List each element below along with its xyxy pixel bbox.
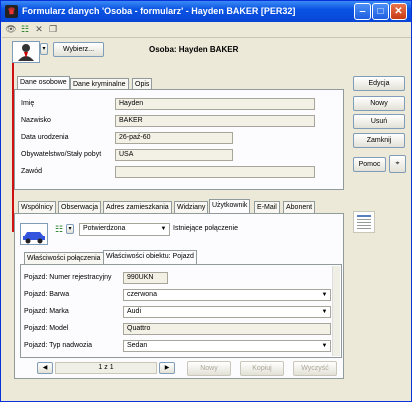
body-type-label: Pojazd: Typ nadwozia	[24, 342, 92, 349]
body-type-value: Sedan	[127, 342, 148, 349]
make-label: Pojazd: Marka	[24, 308, 69, 315]
tools-icon[interactable]: ✕	[33, 24, 45, 35]
model-field[interactable]: Quattro	[123, 323, 331, 335]
tab-residence-address[interactable]: Adres zamieszkania	[103, 201, 172, 213]
list-view-icon[interactable]	[353, 211, 375, 233]
make-value: Audi	[127, 308, 142, 315]
tab-observation[interactable]: Obserwacja	[58, 201, 101, 213]
person-avatar[interactable]	[12, 41, 40, 63]
record-label: Osoba: Hayden BAKER	[149, 45, 239, 54]
citizenship-label: Obywatelstwo/Stały pobyt	[21, 151, 102, 158]
maximize-button[interactable]: □	[372, 3, 389, 20]
personal-data-panel: Imię Hayden Nazwisko BAKER Data urodzeni…	[14, 89, 344, 190]
model-label: Pojazd: Model	[24, 325, 69, 332]
chevron-down-icon: ▼	[321, 292, 328, 298]
birth-date-label: Data urodzenia	[21, 134, 69, 141]
last-name-label: Nazwisko	[21, 117, 51, 124]
relation-status-value: Potwierdzona	[83, 225, 126, 232]
last-name-field[interactable]: BAKER	[115, 115, 315, 127]
tab-vehicle-properties[interactable]: Właściwości obiektu: Pojazd	[103, 250, 197, 264]
window-title: Formularz danych 'Osoba - formularz' - H…	[22, 6, 296, 16]
title-bar[interactable]: ♛ Formularz danych 'Osoba - formularz' -…	[1, 1, 411, 22]
tab-seen[interactable]: Widziany	[174, 201, 209, 213]
pager-text: 1 z 1	[98, 364, 114, 371]
relation-type-dropdown[interactable]: ▾	[66, 224, 74, 234]
pager-track[interactable]: 1 z 1	[55, 362, 157, 374]
birth-date-field[interactable]: 26-paź-60	[115, 132, 233, 144]
bottom-copy-button[interactable]: Kopiuj	[240, 361, 284, 376]
chevron-down-icon: ▼	[321, 343, 328, 349]
person-icon	[18, 44, 34, 61]
close-window-button[interactable]: ✕	[390, 3, 407, 20]
relation-status-select[interactable]: Potwierdzona ▼	[79, 223, 170, 236]
app-icon: ♛	[5, 5, 18, 18]
tab-user[interactable]: Użytkownik	[209, 199, 251, 213]
color-value: czerwona	[127, 291, 157, 298]
plate-label: Pojazd: Numer rejestracyjny	[24, 274, 112, 281]
color-select[interactable]: czerwona ▼	[123, 289, 331, 301]
edit-button[interactable]: Edycja	[353, 76, 405, 91]
chevron-down-icon: ▼	[160, 226, 167, 232]
color-label: Pojazd: Barwa	[24, 291, 70, 298]
hierarchy-icon[interactable]: ☷	[19, 24, 31, 35]
vehicle-properties-panel: Pojazd: Numer rejestracyjny 990UKN Pojaz…	[20, 264, 342, 358]
tab-link-properties[interactable]: Właściwości połączenia	[24, 252, 104, 264]
help-button[interactable]: Pomoc	[353, 157, 386, 172]
make-select[interactable]: Audi ▼	[123, 306, 331, 318]
pager-next-button[interactable]: ▶	[159, 362, 175, 374]
plate-field[interactable]: 990UKN	[123, 272, 168, 284]
relation-hierarchy-icon[interactable]: ☷	[53, 224, 65, 235]
help-pointer-button[interactable]: ⌖	[389, 155, 406, 173]
new-button[interactable]: Nowy	[353, 96, 405, 111]
bottom-new-button[interactable]: Nowy	[187, 361, 231, 376]
tab-personal-data[interactable]: Dane osobowe	[17, 76, 70, 90]
occupation-label: Zawód	[21, 168, 43, 175]
relation-panel: ☷ ▾ Potwierdzona ▼ Istniejące połączenie…	[14, 213, 344, 379]
car-icon[interactable]	[20, 223, 48, 245]
toolbar: 👁 ☷ ✕ ❐	[2, 22, 411, 38]
first-name-field[interactable]: Hayden	[115, 98, 315, 110]
citizenship-field[interactable]: USA	[115, 149, 233, 161]
occupation-field[interactable]	[115, 166, 315, 178]
tab-subscriber[interactable]: Abonent	[283, 201, 316, 213]
avatar-dropdown-button[interactable]: ▾	[40, 43, 48, 55]
relation-note: Istniejące połączenie	[173, 225, 238, 232]
view-icon[interactable]: 👁	[5, 24, 17, 35]
main-window: ♛ Formularz danych 'Osoba - formularz' -…	[0, 0, 412, 402]
close-button[interactable]: Zamknij	[353, 133, 405, 148]
delete-button[interactable]: Usuń	[353, 114, 405, 129]
help-pointer-icon: ⌖	[395, 160, 400, 167]
tab-associates[interactable]: Wspólnicy	[18, 201, 56, 213]
copy-icon[interactable]: ❐	[47, 24, 59, 35]
body-type-select[interactable]: Sedan ▼	[123, 340, 331, 352]
first-name-label: Imię	[21, 100, 35, 107]
tab-email[interactable]: E-Mail	[254, 201, 280, 213]
bottom-clear-button[interactable]: Wyczyść	[293, 361, 337, 376]
chevron-down-icon: ▼	[321, 309, 328, 315]
pager-prev-button[interactable]: ◀	[37, 362, 53, 374]
select-button[interactable]: Wybierz...	[53, 42, 104, 57]
properties-scrollbar[interactable]	[332, 266, 340, 356]
minimize-button[interactable]: ‒	[354, 3, 371, 20]
